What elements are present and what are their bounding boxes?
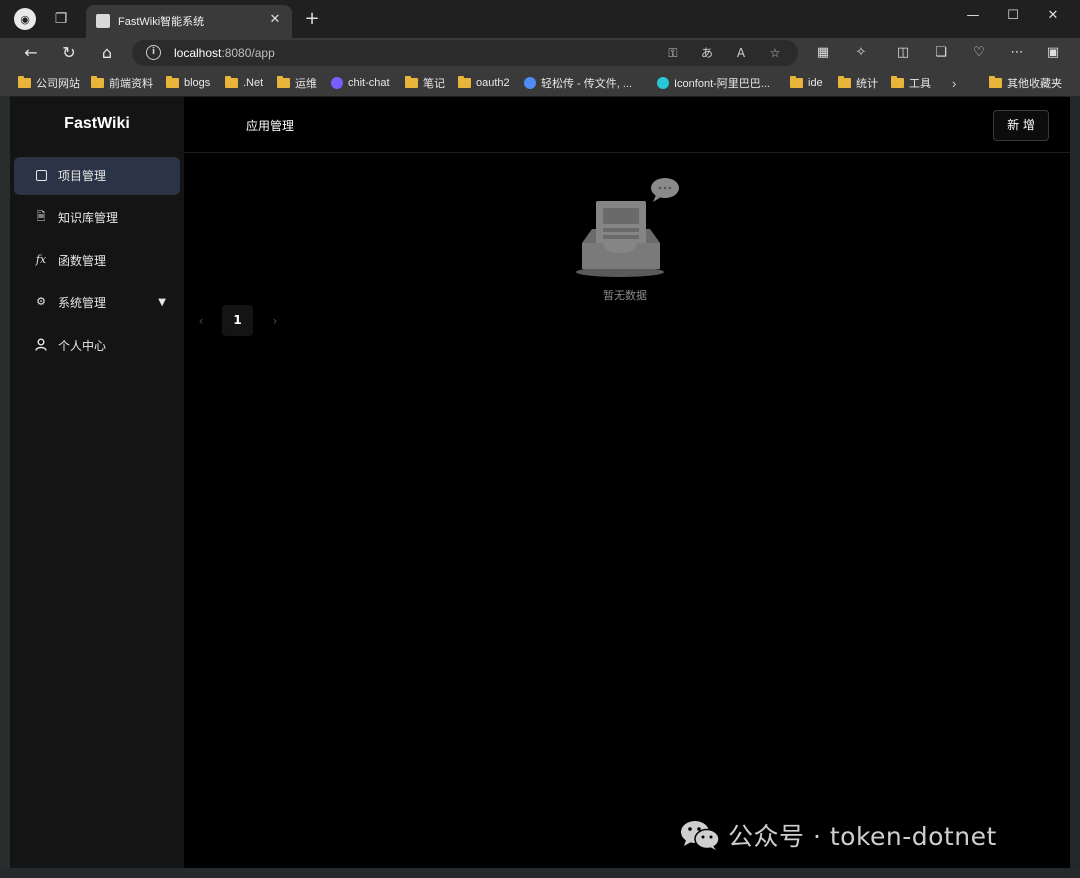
sidebar-item-label: 个人中心 [58, 339, 107, 353]
close-window-icon[interactable]: ✕ [1041, 6, 1065, 26]
folder-icon [989, 76, 1002, 88]
folder-icon [91, 76, 104, 88]
folder-icon [225, 76, 238, 88]
watermark-text: 公众号 · token-dotnet [728, 822, 997, 851]
folder-icon [458, 76, 471, 88]
bookmark-item[interactable]: oauth2 [458, 75, 510, 91]
site-icon [331, 77, 343, 89]
background-window-edge [0, 868, 1080, 878]
sidebar-item-system[interactable]: ⚙ 系统管理 ▼ [14, 284, 180, 322]
close-tab-icon[interactable]: ✕ [266, 11, 284, 29]
add-button[interactable]: 新 增 [993, 110, 1049, 141]
more-menu-icon[interactable]: ⋯ [1007, 43, 1027, 63]
project-icon [36, 170, 47, 181]
background-window-edge [0, 30, 10, 878]
workspaces-icon[interactable]: ❐ [52, 10, 70, 28]
site-icon [657, 77, 669, 89]
folder-icon [277, 76, 290, 88]
bookmark-item[interactable]: chit-chat [331, 75, 390, 91]
app-logo: FastWiki [64, 115, 130, 132]
page-header: 应用管理 新 增 [184, 97, 1070, 153]
tab-title: FastWiki智能系统 [118, 16, 205, 28]
url-text[interactable]: localhost:8080/app [174, 46, 275, 60]
browser-toolbar: ← ↻ ⌂ i localhost:8080/app ⚿ あ A ☆ ▦ ✧ ◫… [0, 38, 1080, 68]
app-page: FastWiki 项目管理 🗎 知识库管理 fx 函数管理 ⚙ 系统管理 ▼ 个… [10, 97, 1070, 868]
bookmark-item[interactable]: 轻松传 - 传文件, ... [524, 75, 632, 91]
empty-state-text: 暂无数据 [603, 289, 647, 302]
chevron-left-icon[interactable]: ‹ [194, 313, 208, 329]
new-tab-icon[interactable]: + [302, 9, 322, 29]
minimize-icon[interactable]: — [961, 6, 985, 26]
bookmarks-bar: 公司网站 前端资料 blogs .Net 运维 chit-chat 笔记 oau… [0, 68, 1080, 96]
empty-inbox-icon [576, 178, 679, 277]
sidebar-item-label: 项目管理 [58, 169, 107, 183]
browser-window: ◉ ❐ FastWiki智能系统 ✕ + — ☐ ✕ ← ↻ ⌂ i local… [0, 0, 1080, 878]
sidebar-item-project[interactable]: 项目管理 [14, 157, 180, 195]
bookmark-item[interactable]: 公司网站 [18, 75, 80, 91]
empty-state: 暂无数据 [570, 177, 680, 307]
bookmark-item[interactable]: 运维 [277, 75, 317, 91]
refresh-icon[interactable]: ↻ [58, 42, 80, 64]
bookmark-item[interactable]: 前端资料 [91, 75, 153, 91]
maximize-icon[interactable]: ☐ [1001, 6, 1025, 26]
key-icon[interactable]: ⚿ [664, 44, 682, 62]
bookmark-item[interactable]: blogs [166, 75, 210, 91]
qr-code-icon[interactable]: ▦ [813, 43, 833, 63]
sidebar: FastWiki 项目管理 🗎 知识库管理 fx 函数管理 ⚙ 系统管理 ▼ 个… [10, 97, 184, 868]
chevron-down-icon: ▼ [158, 297, 166, 308]
bookmark-item[interactable]: 笔记 [405, 75, 445, 91]
user-icon [34, 338, 48, 352]
browser-tab[interactable]: FastWiki智能系统 ✕ [86, 5, 292, 38]
bookmark-item[interactable]: ide [790, 75, 823, 91]
sidebar-toggle-icon[interactable]: ▣ [1043, 43, 1063, 63]
pagination-page-current[interactable]: 1 [222, 305, 253, 336]
home-icon[interactable]: ⌂ [96, 42, 118, 64]
bookmark-item[interactable]: 统计 [838, 75, 878, 91]
page-title: 应用管理 [246, 119, 295, 133]
watermark: 公众号 · token-dotnet [680, 818, 997, 852]
more-bookmarks-chevron-icon[interactable]: › [952, 75, 956, 91]
folder-icon [405, 76, 418, 88]
split-screen-icon[interactable]: ◫ [893, 43, 913, 63]
tab-strip: ◉ ❐ FastWiki智能系统 ✕ + — ☐ ✕ [0, 0, 1080, 38]
sidebar-item-function[interactable]: fx 函数管理 [14, 242, 180, 280]
sidebar-item-label: 系统管理 [58, 296, 107, 310]
document-icon: 🗎 [36, 210, 46, 223]
bookmark-item[interactable]: 工具 [891, 75, 931, 91]
extensions-icon[interactable]: ✧ [851, 43, 871, 63]
bookmark-item[interactable]: 其他收藏夹 [989, 75, 1062, 91]
tab-favicon-icon [96, 14, 110, 28]
back-icon[interactable]: ← [20, 42, 42, 64]
folder-icon [790, 76, 803, 88]
performance-icon[interactable]: ♡ [969, 43, 989, 63]
translate-icon[interactable]: あ [698, 44, 716, 62]
folder-icon [838, 76, 851, 88]
sidebar-item-knowledge[interactable]: 🗎 知识库管理 [14, 199, 180, 237]
bookmark-item[interactable]: .Net [225, 75, 263, 91]
wechat-icon [680, 819, 720, 851]
folder-icon [891, 76, 904, 88]
bookmark-item[interactable]: Iconfont-阿里巴巴... [657, 75, 770, 91]
site-info-icon[interactable]: i [146, 45, 161, 60]
site-icon [524, 77, 536, 89]
chevron-right-icon[interactable]: › [268, 313, 282, 329]
sidebar-item-label: 知识库管理 [58, 211, 119, 225]
favorite-star-icon[interactable]: ☆ [766, 44, 784, 62]
sidebar-item-label: 函数管理 [58, 254, 107, 268]
profile-avatar-icon[interactable]: ◉ [14, 8, 36, 30]
folder-icon [18, 76, 31, 88]
read-aloud-icon[interactable]: A [732, 44, 750, 62]
collections-icon[interactable]: ❏ [931, 43, 951, 63]
gear-icon: ⚙ [36, 295, 46, 308]
function-icon: fx [35, 253, 47, 266]
sidebar-item-profile[interactable]: 个人中心 [14, 327, 180, 365]
folder-icon [166, 76, 179, 88]
address-bar[interactable]: i localhost:8080/app ⚿ あ A ☆ [132, 40, 798, 66]
